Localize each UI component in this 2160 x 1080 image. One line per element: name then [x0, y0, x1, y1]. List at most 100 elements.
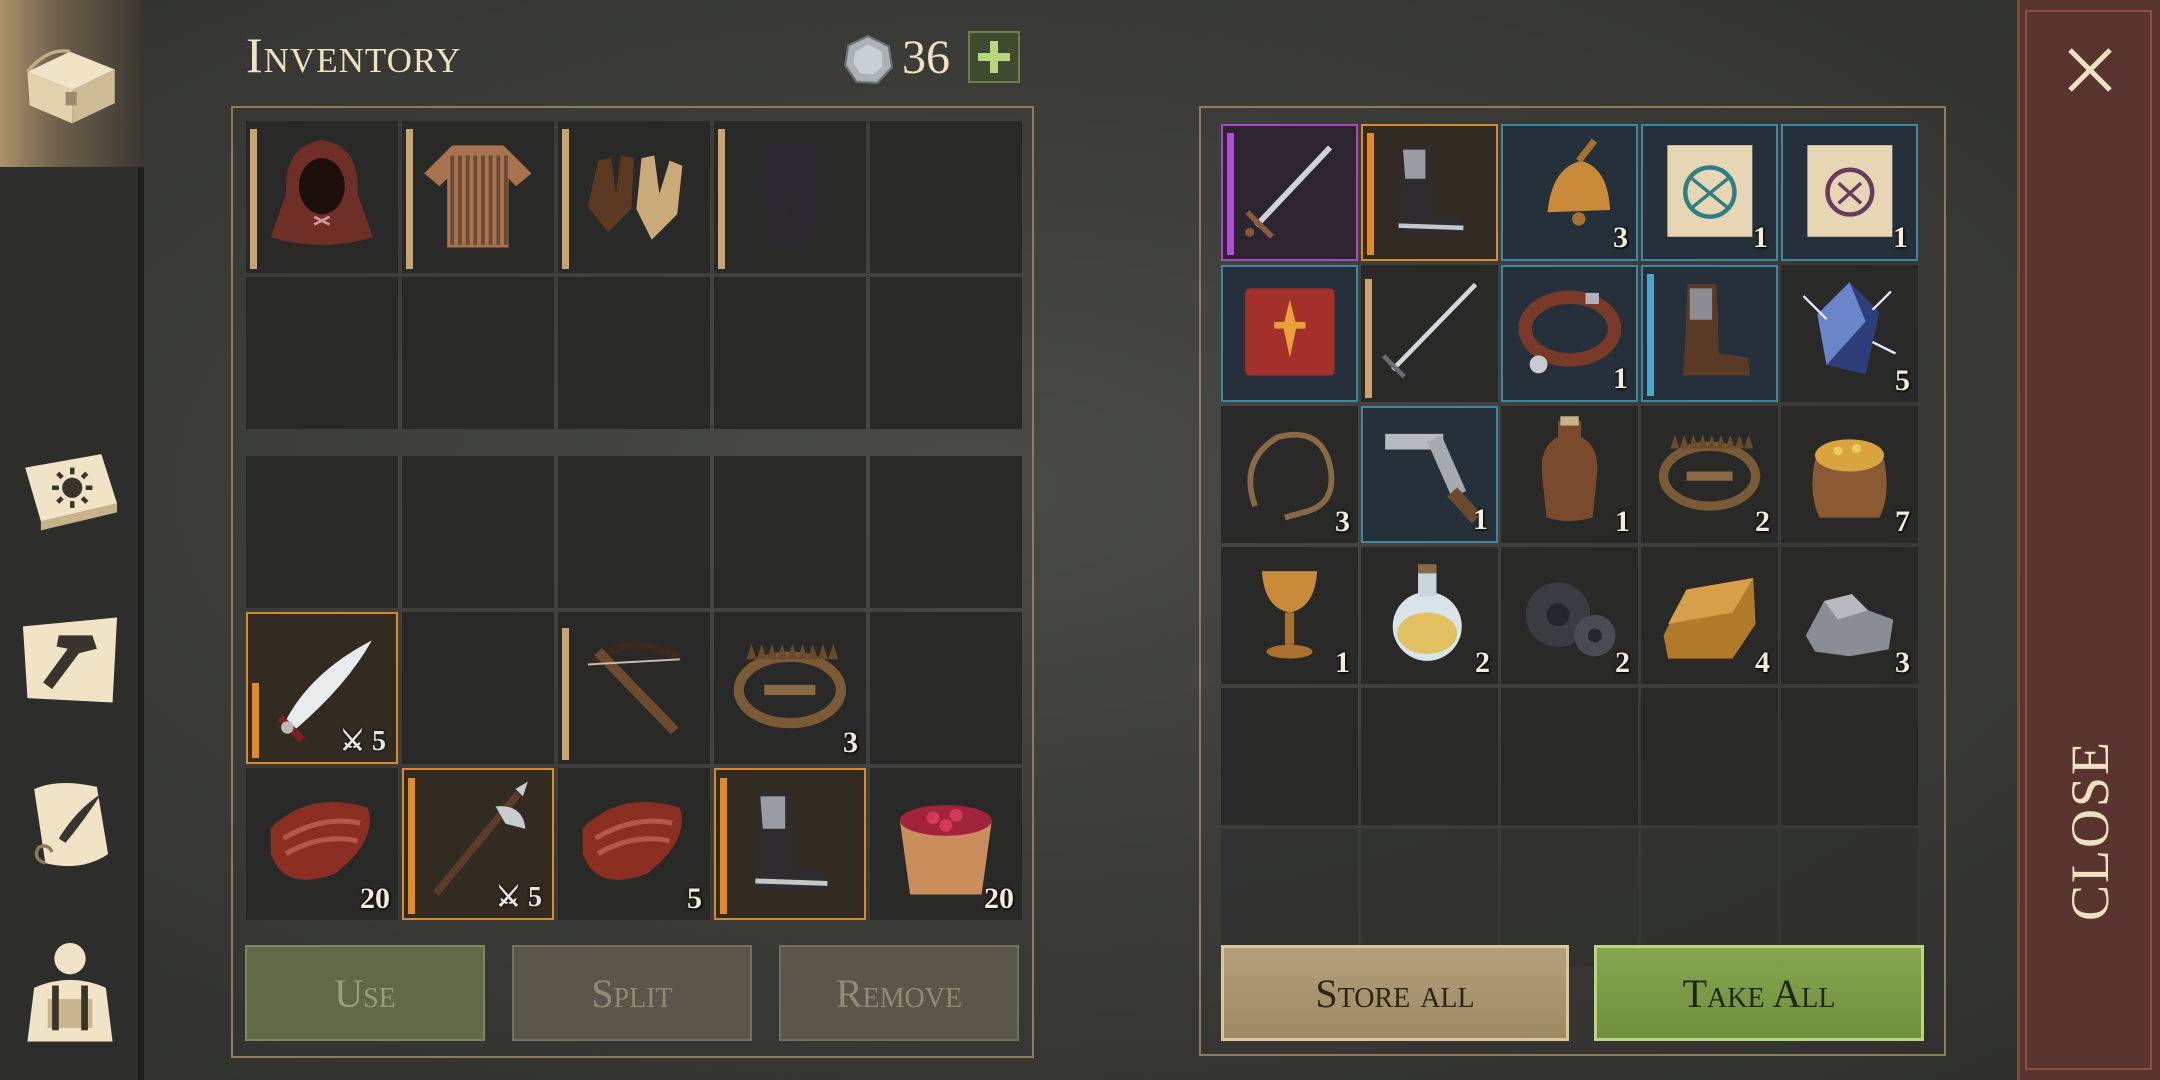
- bell-icon: [1547, 138, 1610, 226]
- longsword-icon: [1244, 145, 1332, 239]
- equipment-slot[interactable]: [714, 277, 866, 429]
- item-quantity: 3: [1613, 221, 1628, 254]
- bear-trap-icon: [1658, 434, 1761, 511]
- nav-journal-button[interactable]: [10, 425, 130, 555]
- storage-slot[interactable]: 1: [1501, 265, 1638, 402]
- storage-slot[interactable]: [1221, 124, 1358, 261]
- page-title: Inventory: [246, 27, 462, 83]
- scroll-quill-icon: [34, 782, 109, 867]
- plus-icon: [978, 41, 1010, 73]
- equipment-grid: [246, 121, 1022, 429]
- storage-slot[interactable]: 2: [1501, 547, 1638, 684]
- storage-slot[interactable]: 3: [1221, 406, 1358, 543]
- storage-slot[interactable]: 1: [1501, 406, 1638, 543]
- grain-sack-icon: [1812, 439, 1887, 518]
- backpack-slot[interactable]: [870, 456, 1022, 608]
- storage-slot[interactable]: 1: [1641, 124, 1778, 261]
- storage-slot[interactable]: [1361, 265, 1498, 402]
- gears-icon: [1525, 582, 1616, 657]
- equipment-slot[interactable]: [402, 277, 554, 429]
- iron-boots-icon: [755, 791, 828, 891]
- equipment-slot[interactable]: [714, 121, 866, 273]
- equipment-slot[interactable]: [558, 277, 710, 429]
- backpack-slot[interactable]: [870, 612, 1022, 764]
- storage-slot[interactable]: 1: [1221, 547, 1358, 684]
- durability-bar: [406, 129, 413, 269]
- backpack-slot[interactable]: [714, 456, 866, 608]
- nav-chest-button[interactable]: [10, 18, 130, 148]
- take-all-button[interactable]: Take All: [1594, 945, 1924, 1041]
- chainmail-shirt-icon: [424, 145, 532, 248]
- stone-icon: [1805, 594, 1894, 657]
- hammer-icon: [22, 617, 118, 703]
- storage-grid: 311153112712243: [1221, 124, 1918, 966]
- equipment-slot[interactable]: [870, 121, 1022, 273]
- store-all-button[interactable]: Store all: [1221, 945, 1569, 1041]
- leather-boots-icon: [1682, 283, 1750, 376]
- equipment-slot[interactable]: [402, 121, 554, 273]
- damage-value: ⚔ 5: [495, 882, 542, 913]
- storage-slot[interactable]: 4: [1641, 547, 1778, 684]
- equipment-slot[interactable]: [870, 277, 1022, 429]
- bear-trap-icon: [733, 644, 847, 729]
- nav-rail: [138, 167, 144, 1080]
- backpack-slot[interactable]: [558, 612, 710, 764]
- backpack-slot[interactable]: 20: [246, 768, 398, 920]
- storage-slot[interactable]: 3: [1781, 547, 1918, 684]
- equipment-slot[interactable]: [558, 121, 710, 273]
- backpack-slot[interactable]: ⚔ 5: [402, 768, 554, 920]
- split-button[interactable]: Split: [512, 945, 752, 1041]
- backpack-slot[interactable]: 20: [870, 768, 1022, 920]
- close-icon[interactable]: [2060, 40, 2120, 100]
- backpack-slot[interactable]: [402, 456, 554, 608]
- item-quantity: 20: [360, 882, 390, 915]
- item-quantity: 1: [1753, 221, 1768, 254]
- use-button[interactable]: Use: [245, 945, 485, 1041]
- item-quantity: 1: [1335, 646, 1350, 679]
- coin-count: 36: [902, 31, 950, 84]
- storage-slot[interactable]: [1361, 124, 1498, 261]
- item-quantity: 7: [1895, 505, 1910, 538]
- storage-slot[interactable]: 1: [1781, 124, 1918, 261]
- durability-bar: [1365, 278, 1372, 398]
- durability-bar: [718, 129, 725, 269]
- damage-value: ⚔ 5: [339, 726, 386, 757]
- backpack-slot[interactable]: [246, 456, 398, 608]
- blue-rune-scroll-icon: [1667, 145, 1752, 237]
- backpack-slot[interactable]: ⚔ 5: [246, 612, 398, 764]
- item-quantity: 5: [687, 882, 702, 915]
- storage-slot[interactable]: [1221, 265, 1358, 402]
- storage-slot[interactable]: [1781, 688, 1918, 825]
- equipment-slot[interactable]: [246, 121, 398, 273]
- backpack-slot[interactable]: 5: [558, 768, 710, 920]
- remove-button[interactable]: Remove: [779, 945, 1019, 1041]
- close-label[interactable]: CLOSE: [2059, 740, 2121, 921]
- durability-bar: [562, 627, 569, 760]
- leather-gloves-icon: [588, 155, 683, 240]
- crossbow-icon: [585, 641, 683, 735]
- storage-slot[interactable]: [1221, 688, 1358, 825]
- item-quantity: 2: [1755, 505, 1770, 538]
- storage-slot[interactable]: 1: [1361, 406, 1498, 543]
- storage-slot[interactable]: [1641, 688, 1778, 825]
- backpack-slot[interactable]: 3: [714, 612, 866, 764]
- nav-crafting-button[interactable]: [10, 595, 130, 725]
- storage-slot[interactable]: 7: [1781, 406, 1918, 543]
- storage-slot[interactable]: 3: [1501, 124, 1638, 261]
- storage-slot[interactable]: [1501, 688, 1638, 825]
- backpack-slot[interactable]: [558, 456, 710, 608]
- item-quantity: 1: [1613, 362, 1628, 395]
- add-coins-button[interactable]: [968, 31, 1020, 83]
- goblet-icon: [1261, 571, 1318, 659]
- nav-character-button[interactable]: [10, 925, 130, 1055]
- storage-slot[interactable]: 2: [1641, 406, 1778, 543]
- storage-slot[interactable]: 5: [1781, 265, 1918, 402]
- backpack-slot[interactable]: [714, 768, 866, 920]
- nav-quests-button[interactable]: [10, 760, 130, 890]
- backpack-slot[interactable]: [402, 612, 554, 764]
- storage-slot[interactable]: [1641, 265, 1778, 402]
- storage-slot[interactable]: [1361, 688, 1498, 825]
- storage-slot[interactable]: 2: [1361, 547, 1498, 684]
- equipment-slot[interactable]: [246, 277, 398, 429]
- pants-icon: [761, 142, 819, 248]
